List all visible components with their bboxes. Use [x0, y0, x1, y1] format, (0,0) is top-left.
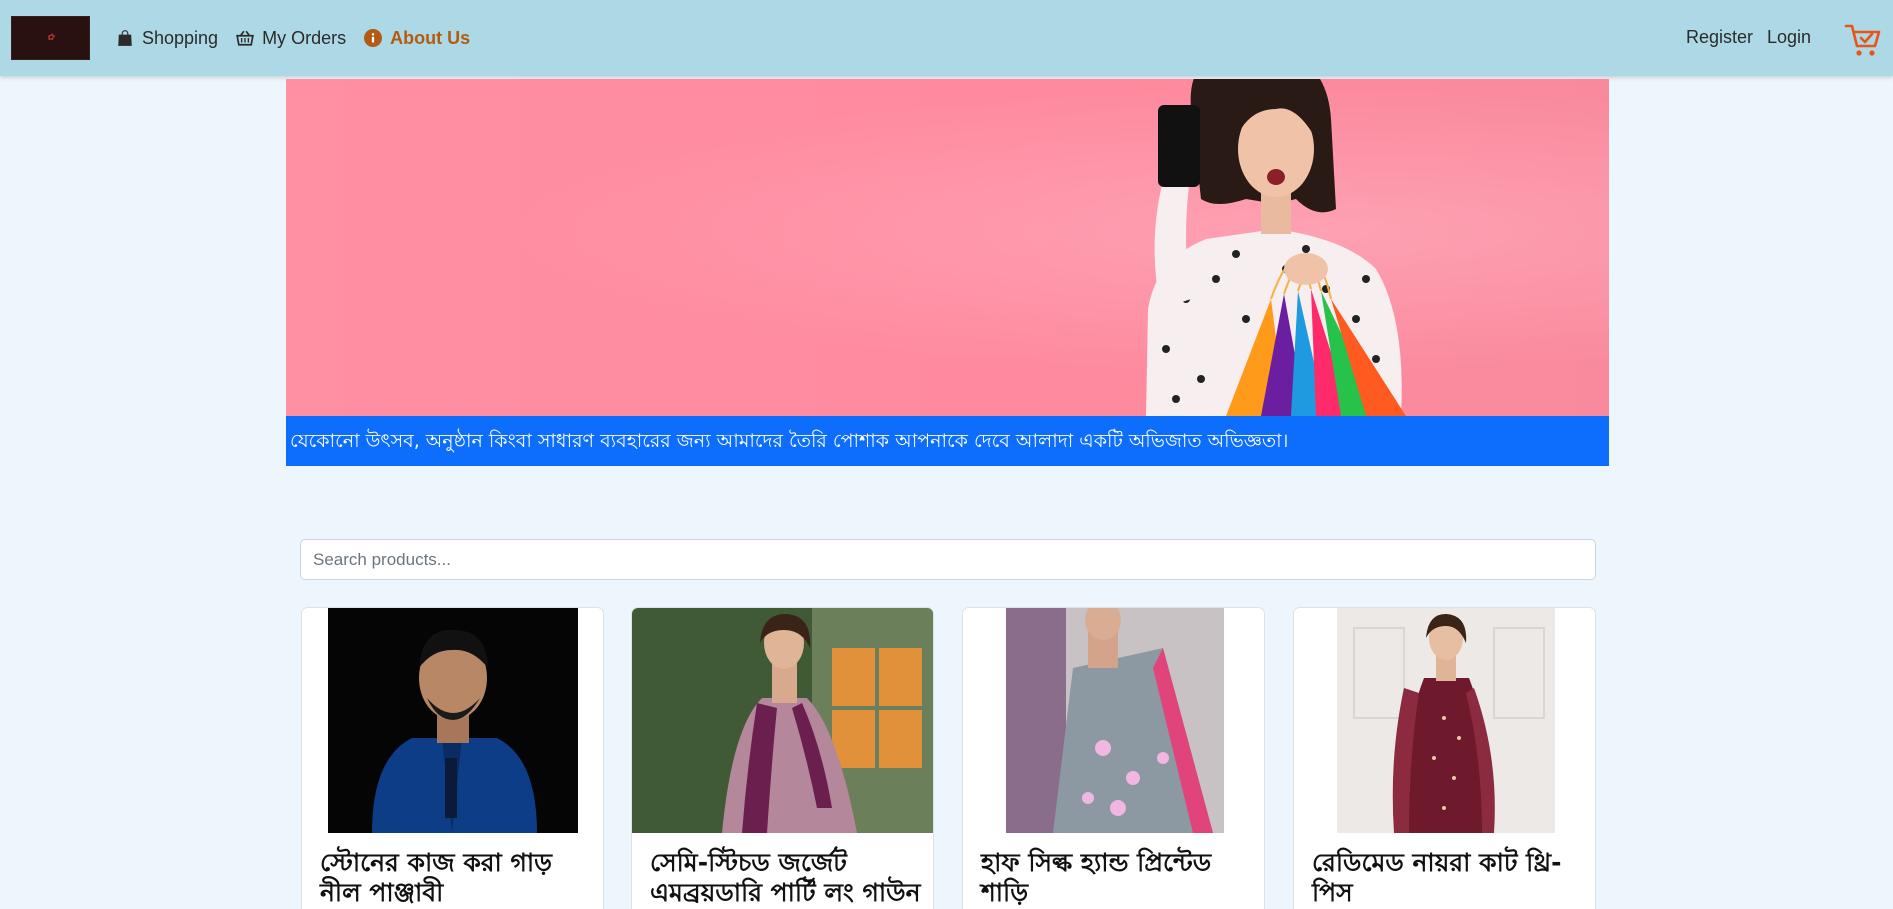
nav-about-us-label: About Us [390, 27, 471, 48]
brand-logo[interactable]: ✿ [11, 16, 90, 60]
nav-shopping-label: Shopping [142, 27, 219, 48]
product-title: হাফ সিল্ক হ্যান্ড প্রিন্টেড শাড়ি [981, 848, 1212, 907]
shopping-bag-icon [118, 30, 132, 46]
product-card[interactable]: সেমি-স্টিচড জর্জেট এমব্রয়ডারি পার্টি লং… [631, 607, 934, 909]
product-grid: স্টোনের কাজ করা গাড় নীল পাঞ্জাবী সেমি-স… [300, 607, 1596, 909]
register-link[interactable]: Register [1686, 27, 1756, 48]
hero-caption: যেকোনো উৎসব, অনুষ্ঠান কিংবা সাধারণ ব্যবহ… [286, 416, 1609, 466]
product-title: সেমি-স্টিচড জর্জেট এমব্রয়ডারি পার্টি লং… [650, 848, 921, 907]
nav-my-orders[interactable]: My Orders [236, 28, 346, 49]
product-title: স্টোনের কাজ করা গাড় নীল পাঞ্জাবী [320, 848, 552, 907]
product-card[interactable]: রেডিমেড নায়রা কাট থ্রি-পিস [1293, 607, 1596, 909]
nav-my-orders-label: My Orders [262, 27, 347, 48]
logo-mark: ✿ [46, 33, 55, 43]
primary-nav: Shopping My Orders About Us [116, 0, 470, 76]
product-image-three-piece [1294, 608, 1595, 833]
hero-image-woman-with-shopping-bags [1146, 79, 1406, 416]
cart-check-icon[interactable] [1844, 22, 1882, 58]
product-image-saree [963, 608, 1264, 833]
top-navbar: ✿ Shopping My Orders About Us Register L… [0, 0, 1893, 76]
product-image-panjabi [302, 608, 603, 833]
product-card[interactable]: স্টোনের কাজ করা গাড় নীল পাঞ্জাবী [301, 607, 604, 909]
info-circle-icon [364, 29, 383, 47]
product-image-gown [632, 608, 933, 833]
product-title: রেডিমেড নায়রা কাট থ্রি-পিস [1312, 848, 1562, 907]
basket-icon [236, 30, 254, 46]
nav-shopping[interactable]: Shopping [116, 28, 218, 49]
login-link[interactable]: Login [1767, 27, 1817, 48]
hero-banner [286, 79, 1609, 416]
search-input[interactable] [300, 539, 1596, 580]
nav-about-us[interactable]: About Us [364, 28, 470, 49]
product-card[interactable]: হাফ সিল্ক হ্যান্ড প্রিন্টেড শাড়ি [962, 607, 1265, 909]
